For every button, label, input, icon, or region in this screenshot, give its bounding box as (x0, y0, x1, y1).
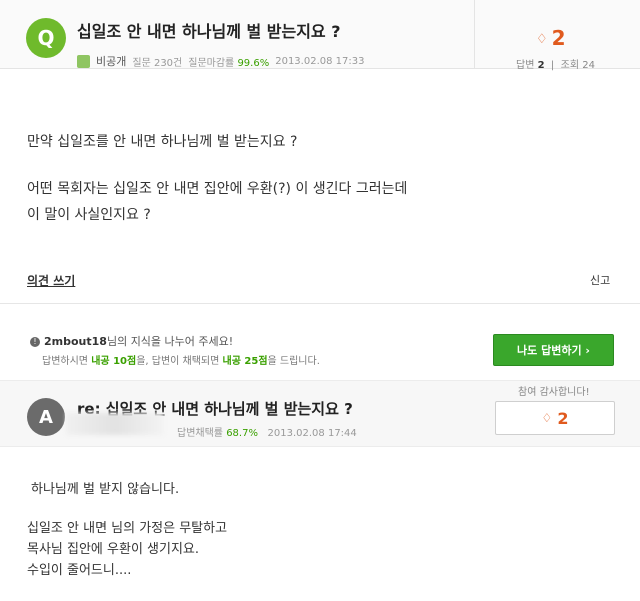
question-body-line: 어떤 목회자는 십일조 안 내면 집안에 우환(?) 이 생긴다 그러는데 (27, 181, 408, 197)
private-icon (77, 54, 90, 68)
views-count: 24 (582, 60, 595, 71)
question-body: 만약 십일조를 안 내면 하나님께 벌 받는지요 ? 어떤 목회자는 십일조 안… (27, 133, 407, 225)
points-adopted: 내공 25점 (222, 356, 268, 367)
report-link[interactable]: 신고 (590, 272, 610, 288)
views-label: 조회 (560, 60, 580, 71)
thanks-label: 참여 감사합니다! (518, 387, 590, 398)
points-text: 을 드립니다. (267, 356, 320, 367)
question-badge: Q (26, 18, 66, 58)
share-username: 2mbout18 (44, 335, 107, 348)
answer-body-line: 목사님 집안에 우환이 생기지요. (27, 542, 200, 557)
question-counts: 답변 2 | 조회 24 (516, 60, 595, 71)
answer-badge: A (27, 398, 65, 436)
question-title: 십일조 안 내면 하나님께 벌 받는지요 ? (77, 22, 341, 41)
closing-rate: 99.6% (237, 57, 270, 69)
thumb-up-icon: ♢ (536, 32, 548, 47)
thumb-up-icon: ♢ (541, 411, 553, 425)
write-opinion-link[interactable]: 의견 쓰기 (27, 272, 75, 289)
share-prompt-text: 님의 지식을 나누어 주세요! (106, 335, 234, 348)
answer-body-line: 십일조 안 내면 님의 가정은 무탈하고 (27, 521, 228, 536)
answer-body: 십일조 안 내면 님의 가정은 무탈하고 목사님 집안에 우환이 생기지요. 수… (27, 518, 227, 581)
closing-rate-label: 질문마감률 (188, 57, 235, 69)
points-answer: 내공 10점 (91, 356, 137, 367)
questions-count: 질문 230건 (132, 57, 183, 69)
answer-meta: 답변채택률 68.7% 2013.02.08 17:44 (177, 424, 357, 439)
answer-body-line: 수입이 줄어드니.... (27, 563, 132, 578)
answer-body-line: 하나님께 벌 받지 않습니다. (31, 482, 180, 497)
question-like[interactable]: ♢ 2 (536, 26, 566, 50)
points-text: 답변하시면 (42, 356, 92, 367)
blurred-username (66, 413, 164, 435)
question-meta: 비공개 질문 230건 질문마감률 99.6% 2013.02.08 17:33 (77, 53, 364, 69)
section-divider (0, 303, 640, 304)
answers-count: 2 (537, 60, 545, 71)
question-body-line: 만약 십일조를 안 내면 하나님께 벌 받는지요 ? (27, 134, 298, 150)
answers-label: 답변 (516, 60, 535, 71)
share-points-info: 답변하시면 내공 10점을, 답변이 채택되면 내공 25점을 드립니다. (42, 352, 320, 367)
privacy-label: 비공개 (96, 55, 127, 68)
adoption-label: 답변채택률 (177, 428, 223, 439)
write-answer-button[interactable]: 나도 답변하기 › (493, 334, 614, 366)
answer-like-button[interactable]: ♢ 2 (495, 401, 615, 435)
question-datetime: 2013.02.08 17:33 (275, 55, 365, 67)
answer-like-count: 2 (557, 408, 569, 428)
header-divider (474, 0, 475, 68)
points-text: 을, 답변이 채택되면 (136, 356, 223, 367)
adoption-rate: 68.7% (226, 428, 258, 439)
question-body-line: 이 말이 사실인지요 ? (27, 207, 151, 223)
info-icon: ! (30, 337, 40, 347)
share-prompt: ! 2mbout18님의 지식을 나누어 주세요! (30, 333, 233, 349)
answer-datetime: 2013.02.08 17:44 (267, 428, 357, 439)
question-like-count: 2 (551, 26, 566, 50)
